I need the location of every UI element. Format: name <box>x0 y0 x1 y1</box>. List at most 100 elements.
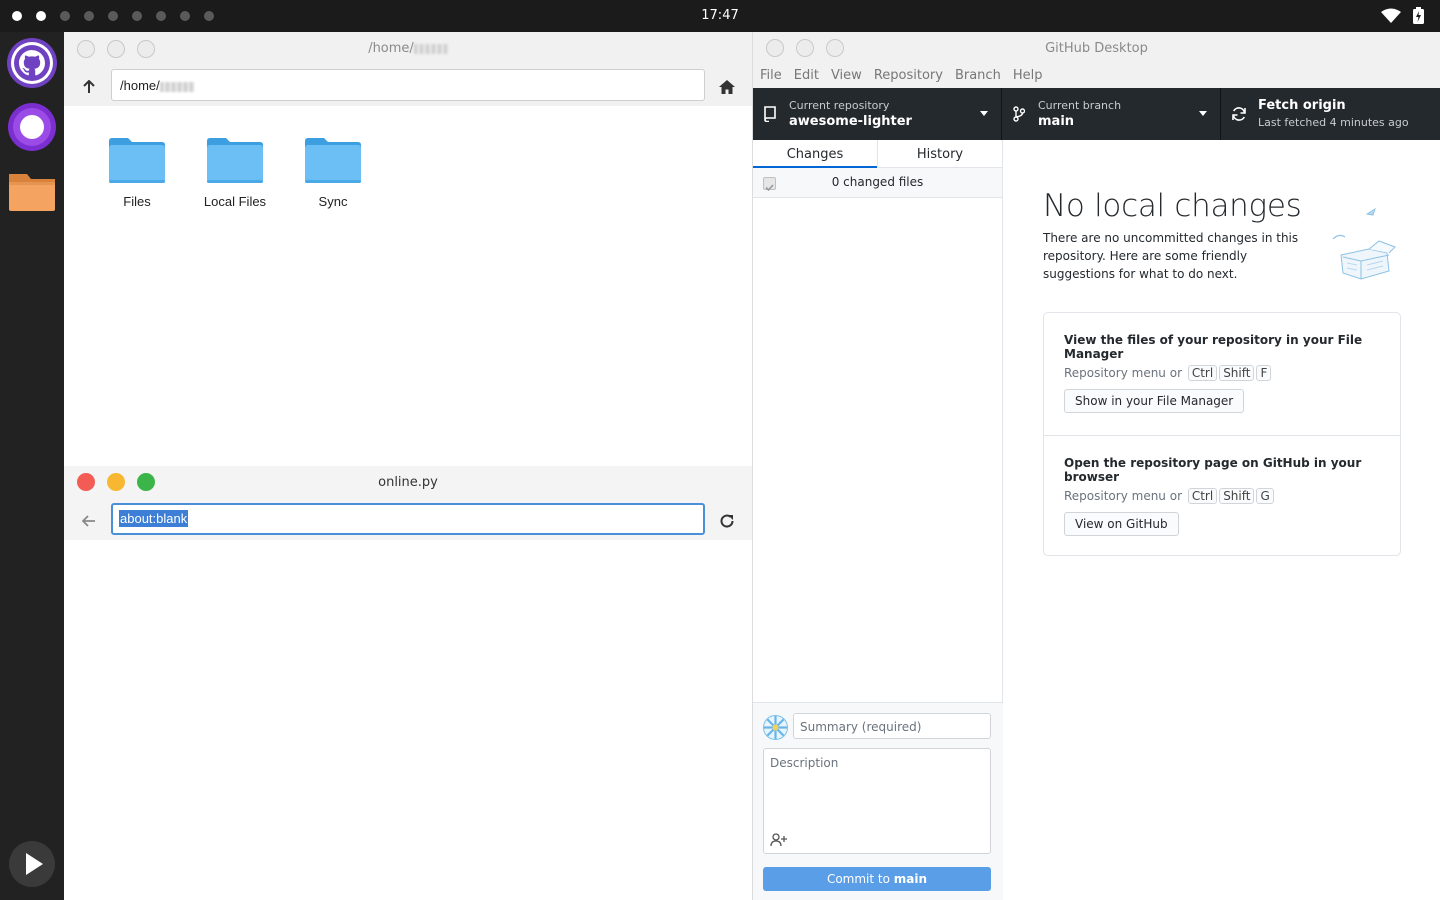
window-title-text: /home/ <box>368 41 414 56</box>
folder-label: Files <box>123 194 151 209</box>
folder-item[interactable]: Files <box>88 136 186 209</box>
repo-label: Current repository <box>789 99 890 112</box>
show-in-file-manager-button[interactable]: Show in your File Manager <box>1064 389 1245 413</box>
redacted-username <box>159 81 194 92</box>
github-titlebar[interactable]: GitHub Desktop <box>753 32 1440 64</box>
github-desktop-dock-icon[interactable] <box>7 38 57 88</box>
arrow-left-icon <box>82 515 95 527</box>
add-coauthor-icon[interactable] <box>770 833 788 847</box>
branch-icon <box>1013 106 1025 122</box>
empty-state-illustration <box>1332 207 1396 280</box>
card-subtitle: Repository menu or <box>1064 489 1182 503</box>
suggestion-cards: View the files of your repository in you… <box>1043 312 1401 556</box>
tab-changes[interactable]: Changes <box>753 140 877 168</box>
folder-label: Sync <box>318 194 348 209</box>
folder-icon <box>305 138 361 183</box>
description-input[interactable]: Description <box>763 748 991 854</box>
menu-bar: File Edit View Repository Branch Help <box>753 64 1440 88</box>
url-text: about:blank <box>119 510 189 527</box>
toolbar: Current repository awesome-lighter Curre… <box>753 88 1440 140</box>
suggestion-card: View the files of your repository in you… <box>1044 313 1400 435</box>
window-title: online.py <box>378 475 438 490</box>
path-input[interactable]: /home/ <box>111 69 705 101</box>
path-text: /home/ <box>120 78 160 93</box>
card-shortcut: Repository menu or Ctrl Shift F <box>1064 365 1380 381</box>
shortcut-key: Ctrl <box>1187 488 1218 504</box>
redacted-username <box>413 43 448 54</box>
top-bar: 17:47 <box>0 0 1440 32</box>
clock: 17:47 <box>701 8 739 23</box>
description-placeholder: Description <box>770 756 839 770</box>
changed-files-count: 0 changed files <box>831 175 924 189</box>
browser-navbar: about:blank <box>64 500 752 540</box>
shortcut-key: Ctrl <box>1187 365 1218 381</box>
folder-item[interactable]: Local Files <box>186 136 284 209</box>
file-manager-dock-icon[interactable] <box>7 166 57 216</box>
back-button[interactable] <box>78 510 100 532</box>
branch-value: main <box>1038 114 1075 129</box>
reload-icon <box>720 514 734 528</box>
file-manager-navbar: /home/ <box>64 66 752 106</box>
browser-titlebar[interactable]: online.py <box>64 466 752 500</box>
fetch-origin-button[interactable]: Fetch origin Last fetched 4 minutes ago <box>1221 88 1440 140</box>
up-button[interactable] <box>78 76 100 98</box>
page-title: No local changes <box>1043 188 1302 224</box>
tab-history[interactable]: History <box>877 140 1002 167</box>
card-title: View the files of your repository in you… <box>1064 333 1363 361</box>
folder-icon <box>207 138 263 183</box>
view-on-github-button[interactable]: View on GitHub <box>1064 512 1179 536</box>
current-repository-button[interactable]: Current repository awesome-lighter <box>753 88 1002 140</box>
github-desktop-window: GitHub Desktop File Edit View Repository… <box>752 32 1440 900</box>
folder-icon <box>109 138 165 183</box>
url-input[interactable]: about:blank <box>111 503 705 535</box>
menu-repository[interactable]: Repository <box>873 64 949 88</box>
folder-item[interactable]: Sync <box>284 136 382 209</box>
menu-view[interactable]: View <box>830 64 868 88</box>
chevron-down-icon <box>1199 111 1207 116</box>
page-description: There are no uncommitted changes in this… <box>1043 231 1299 281</box>
home-button[interactable] <box>716 76 738 98</box>
play-dock-icon[interactable] <box>8 840 56 888</box>
card-subtitle: Repository menu or <box>1064 366 1182 380</box>
commit-area: Summary (required) Description Commit to… <box>753 702 1003 900</box>
commit-button-branch: main <box>893 872 928 886</box>
avatar[interactable] <box>763 715 788 740</box>
card-title: Open the repository page on GitHub in yo… <box>1064 456 1362 484</box>
branch-label: Current branch <box>1038 99 1122 112</box>
main-panel: No local changes There are no uncommitte… <box>1003 140 1440 900</box>
home-icon <box>719 80 735 94</box>
file-manager-window: /home/ /home/ Files Local Files Sync <box>64 32 752 466</box>
arrow-up-icon <box>83 80 95 93</box>
fetch-subtitle: Last fetched 4 minutes ago <box>1258 116 1409 129</box>
browser-window: online.py about:blank <box>64 466 752 900</box>
repo-icon <box>764 106 776 122</box>
commit-button-prefix: Commit to <box>826 872 890 886</box>
reload-button[interactable] <box>716 510 738 532</box>
changes-sidebar: Changes History 0 changed files Summary … <box>753 140 1003 900</box>
commit-button[interactable]: Commit to main <box>763 867 991 891</box>
menu-branch[interactable]: Branch <box>954 64 1007 88</box>
suggestion-card: Open the repository page on GitHub in yo… <box>1044 435 1400 557</box>
shortcut-key: F <box>1256 365 1272 381</box>
system-tray <box>1381 7 1424 24</box>
shortcut-key: G <box>1256 488 1274 504</box>
battery-icon[interactable] <box>1413 7 1424 24</box>
menu-edit[interactable]: Edit <box>793 64 825 88</box>
menu-help[interactable]: Help <box>1012 64 1049 88</box>
menu-file[interactable]: File <box>759 64 788 88</box>
shortcut-key: Shift <box>1219 365 1255 381</box>
wifi-icon[interactable] <box>1381 8 1401 24</box>
sidebar-tabs: Changes History <box>753 140 1002 168</box>
repo-value: awesome-lighter <box>789 114 912 129</box>
folder-label: Local Files <box>203 194 267 209</box>
summary-placeholder: Summary (required) <box>800 720 922 734</box>
folder-grid: Files Local Files Sync <box>88 136 382 209</box>
summary-input[interactable]: Summary (required) <box>793 713 991 739</box>
current-branch-button[interactable]: Current branch main <box>1002 88 1221 140</box>
browser-dock-icon[interactable] <box>7 102 57 152</box>
dock <box>0 32 64 900</box>
sync-icon <box>1232 107 1246 121</box>
shortcut-key: Shift <box>1219 488 1255 504</box>
file-manager-titlebar[interactable]: /home/ <box>64 32 752 66</box>
card-shortcut: Repository menu or Ctrl Shift G <box>1064 488 1380 504</box>
